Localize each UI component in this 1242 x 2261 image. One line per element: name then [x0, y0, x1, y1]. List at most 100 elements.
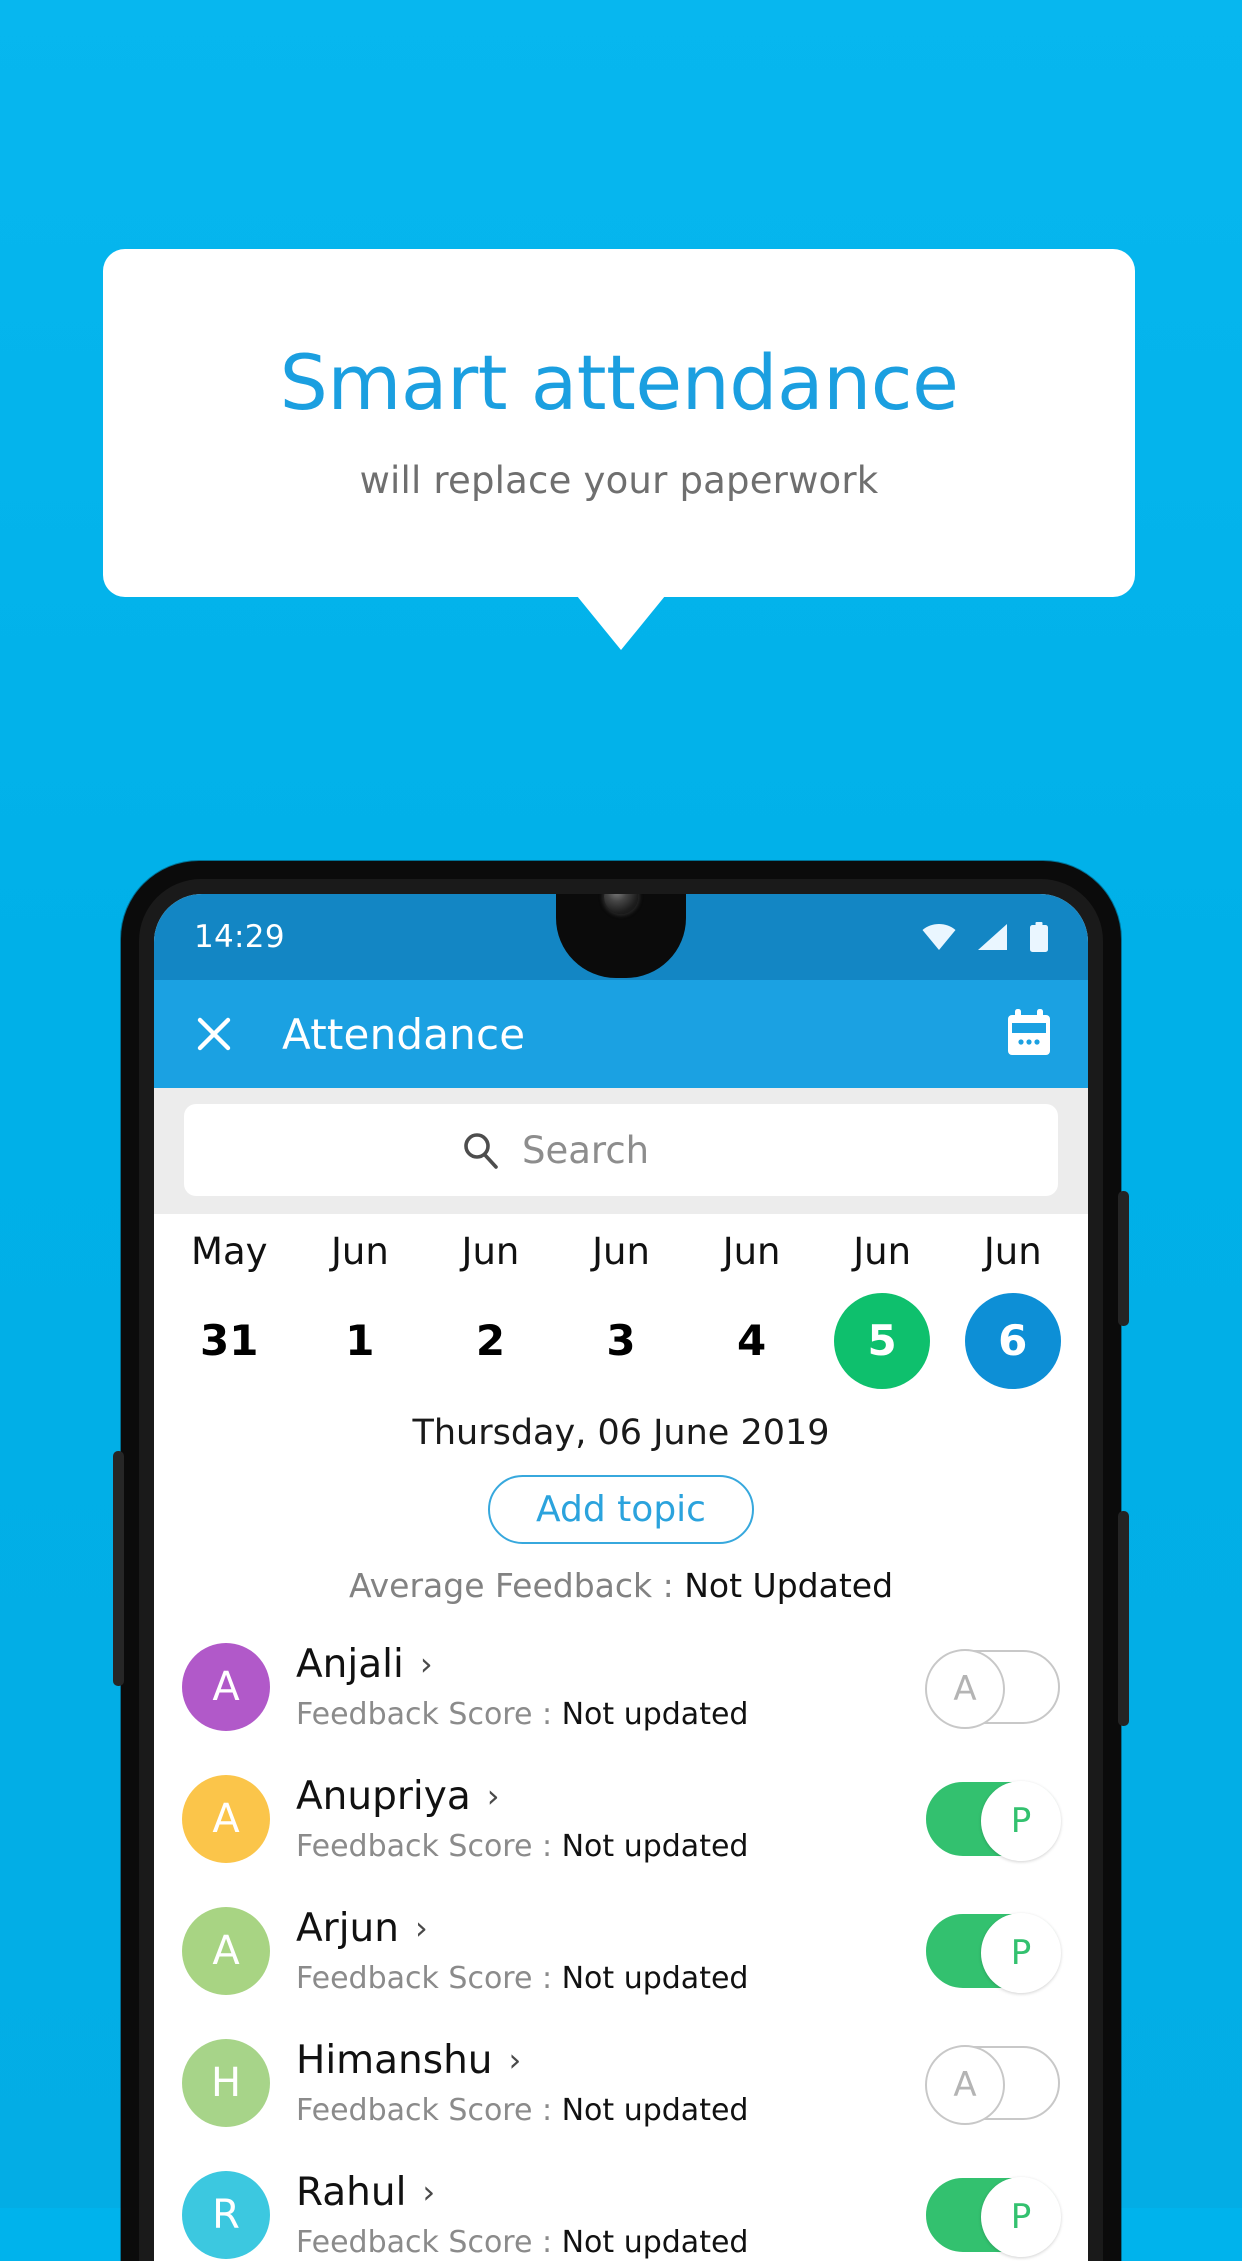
add-topic-button[interactable]: Add topic — [488, 1474, 754, 1544]
average-feedback: Average Feedback : Not Updated — [154, 1566, 1088, 1605]
attendance-toggle[interactable]: P — [926, 1780, 1061, 1861]
date-cell[interactable]: Jun 1 — [295, 1230, 426, 1389]
avatar: R — [182, 2170, 270, 2259]
date-day: 3 — [606, 1316, 636, 1366]
chevron-right-icon: › — [486, 1777, 500, 1816]
date-cell[interactable]: Jun 4 — [686, 1230, 817, 1389]
student-score: Feedback Score : Not updated — [296, 1829, 926, 1864]
chevron-right-icon: › — [414, 1909, 428, 1948]
calendar-icon[interactable] — [1002, 1007, 1056, 1061]
date-month: Jun — [853, 1230, 912, 1273]
student-name: Arjun — [296, 1905, 399, 1951]
score-value: Not updated — [561, 1828, 749, 1864]
table-row[interactable]: H Himanshu › Feedback Score : Not update… — [154, 2017, 1088, 2149]
avatar: H — [182, 2038, 270, 2127]
score-value: Not updated — [561, 1696, 749, 1732]
battery-icon — [1030, 922, 1048, 952]
average-feedback-label: Average Feedback : — [348, 1565, 685, 1605]
phone-mockup: 14:29 Attendance Search May 31 Jun 1 Jun… — [113, 861, 1129, 2261]
toggle-knob: P — [981, 2176, 1061, 2257]
date-month: Jun — [592, 1230, 650, 1273]
student-score: Feedback Score : Not updated — [296, 2225, 926, 2260]
student-name-line[interactable]: Anupriya › — [296, 1774, 926, 1819]
date-month: Jun — [722, 1230, 781, 1273]
power-button[interactable] — [1118, 1191, 1129, 1326]
avatar: A — [182, 1774, 270, 1863]
promo-subtitle: will replace your paperwork — [359, 458, 879, 502]
volume-button-left[interactable] — [113, 1451, 124, 1686]
attendance-toggle[interactable]: A — [925, 2044, 1060, 2125]
student-name-line[interactable]: Arjun › — [296, 1906, 926, 1951]
toggle-knob: A — [925, 2044, 1005, 2125]
chevron-right-icon: › — [419, 1645, 433, 1684]
toggle-knob: A — [925, 1648, 1005, 1729]
toggle-knob: P — [981, 1780, 1061, 1861]
average-feedback-value: Not Updated — [684, 1565, 894, 1605]
search-box[interactable] — [184, 1104, 1058, 1196]
close-icon[interactable] — [186, 1006, 242, 1062]
page-title: Attendance — [282, 1009, 526, 1059]
attendance-toggle[interactable]: A — [925, 1648, 1060, 1729]
date-day: 2 — [475, 1316, 506, 1366]
score-label: Feedback Score : — [296, 1828, 562, 1864]
student-name-line[interactable]: Anjali › — [296, 1642, 926, 1687]
score-label: Feedback Score : — [296, 1696, 562, 1732]
search-bar-area — [154, 1088, 1088, 1214]
score-value: Not updated — [561, 2224, 749, 2260]
student-score: Feedback Score : Not updated — [296, 2093, 926, 2128]
toggle-knob: P — [981, 1912, 1061, 1993]
speech-bubble-tail — [577, 596, 665, 650]
status-bar: 14:29 — [154, 894, 1088, 980]
signal-icon — [978, 924, 1008, 950]
date-month: Jun — [330, 1230, 389, 1273]
score-label: Feedback Score : — [296, 2224, 562, 2260]
score-value: Not updated — [561, 2092, 749, 2128]
table-row[interactable]: A Arjun › Feedback Score : Not updated P — [154, 1885, 1088, 2017]
score-label: Feedback Score : — [296, 1960, 562, 1996]
score-label: Feedback Score : — [296, 2092, 562, 2128]
search-icon — [460, 1130, 500, 1170]
student-name: Himanshu — [296, 2037, 493, 2083]
student-name: Anjali — [296, 1641, 404, 1687]
status-time: 14:29 — [194, 919, 285, 955]
date-cell-today[interactable]: Jun 5 — [817, 1230, 948, 1389]
table-row[interactable]: A Anjali › Feedback Score : Not updated … — [154, 1621, 1088, 1753]
attendance-toggle[interactable]: P — [926, 2176, 1061, 2257]
date-day: 6 — [964, 1292, 1061, 1389]
chevron-right-icon: › — [508, 2041, 522, 2080]
student-list: A Anjali › Feedback Score : Not updated … — [154, 1621, 1088, 2261]
date-month: May — [191, 1230, 268, 1273]
student-info: Arjun › Feedback Score : Not updated — [296, 1906, 926, 1996]
search-input[interactable] — [522, 1128, 782, 1172]
table-row[interactable]: R Rahul › Feedback Score : Not updated P — [154, 2149, 1088, 2261]
student-info: Rahul › Feedback Score : Not updated — [296, 2170, 926, 2260]
date-cell-selected[interactable]: Jun 6 — [947, 1230, 1078, 1389]
volume-button-right[interactable] — [1118, 1511, 1129, 1726]
avatar: A — [182, 1906, 270, 1995]
phone-screen: 14:29 Attendance Search May 31 Jun 1 Jun… — [154, 894, 1088, 2261]
chevron-right-icon: › — [422, 2173, 436, 2212]
date-cell[interactable]: Jun 3 — [556, 1230, 687, 1389]
promo-title: Smart attendance — [279, 337, 959, 427]
student-info: Anjali › Feedback Score : Not updated — [296, 1642, 926, 1732]
student-score: Feedback Score : Not updated — [296, 1961, 926, 1996]
app-bar: Attendance — [154, 980, 1088, 1088]
date-month: Jun — [983, 1230, 1042, 1273]
date-strip: May 31 Jun 1 Jun 2 Jun 3 Jun 4 Jun 5 Jun… — [154, 1214, 1088, 1395]
student-name-line[interactable]: Himanshu › — [296, 2038, 926, 2083]
date-day: 4 — [736, 1316, 767, 1366]
student-name: Anupriya — [296, 1773, 471, 1819]
status-icons — [922, 922, 1048, 952]
date-month: Jun — [461, 1230, 520, 1273]
date-cell[interactable]: May 31 — [164, 1230, 295, 1389]
date-day: 1 — [345, 1316, 375, 1366]
wifi-icon — [922, 924, 956, 950]
avatar: A — [182, 1642, 270, 1731]
date-day: 5 — [834, 1292, 931, 1389]
table-row[interactable]: A Anupriya › Feedback Score : Not update… — [154, 1753, 1088, 1885]
attendance-toggle[interactable]: P — [926, 1912, 1061, 1993]
student-score: Feedback Score : Not updated — [296, 1697, 926, 1732]
student-info: Himanshu › Feedback Score : Not updated — [296, 2038, 926, 2128]
date-day: 31 — [200, 1316, 259, 1366]
date-cell[interactable]: Jun 2 — [425, 1230, 556, 1389]
